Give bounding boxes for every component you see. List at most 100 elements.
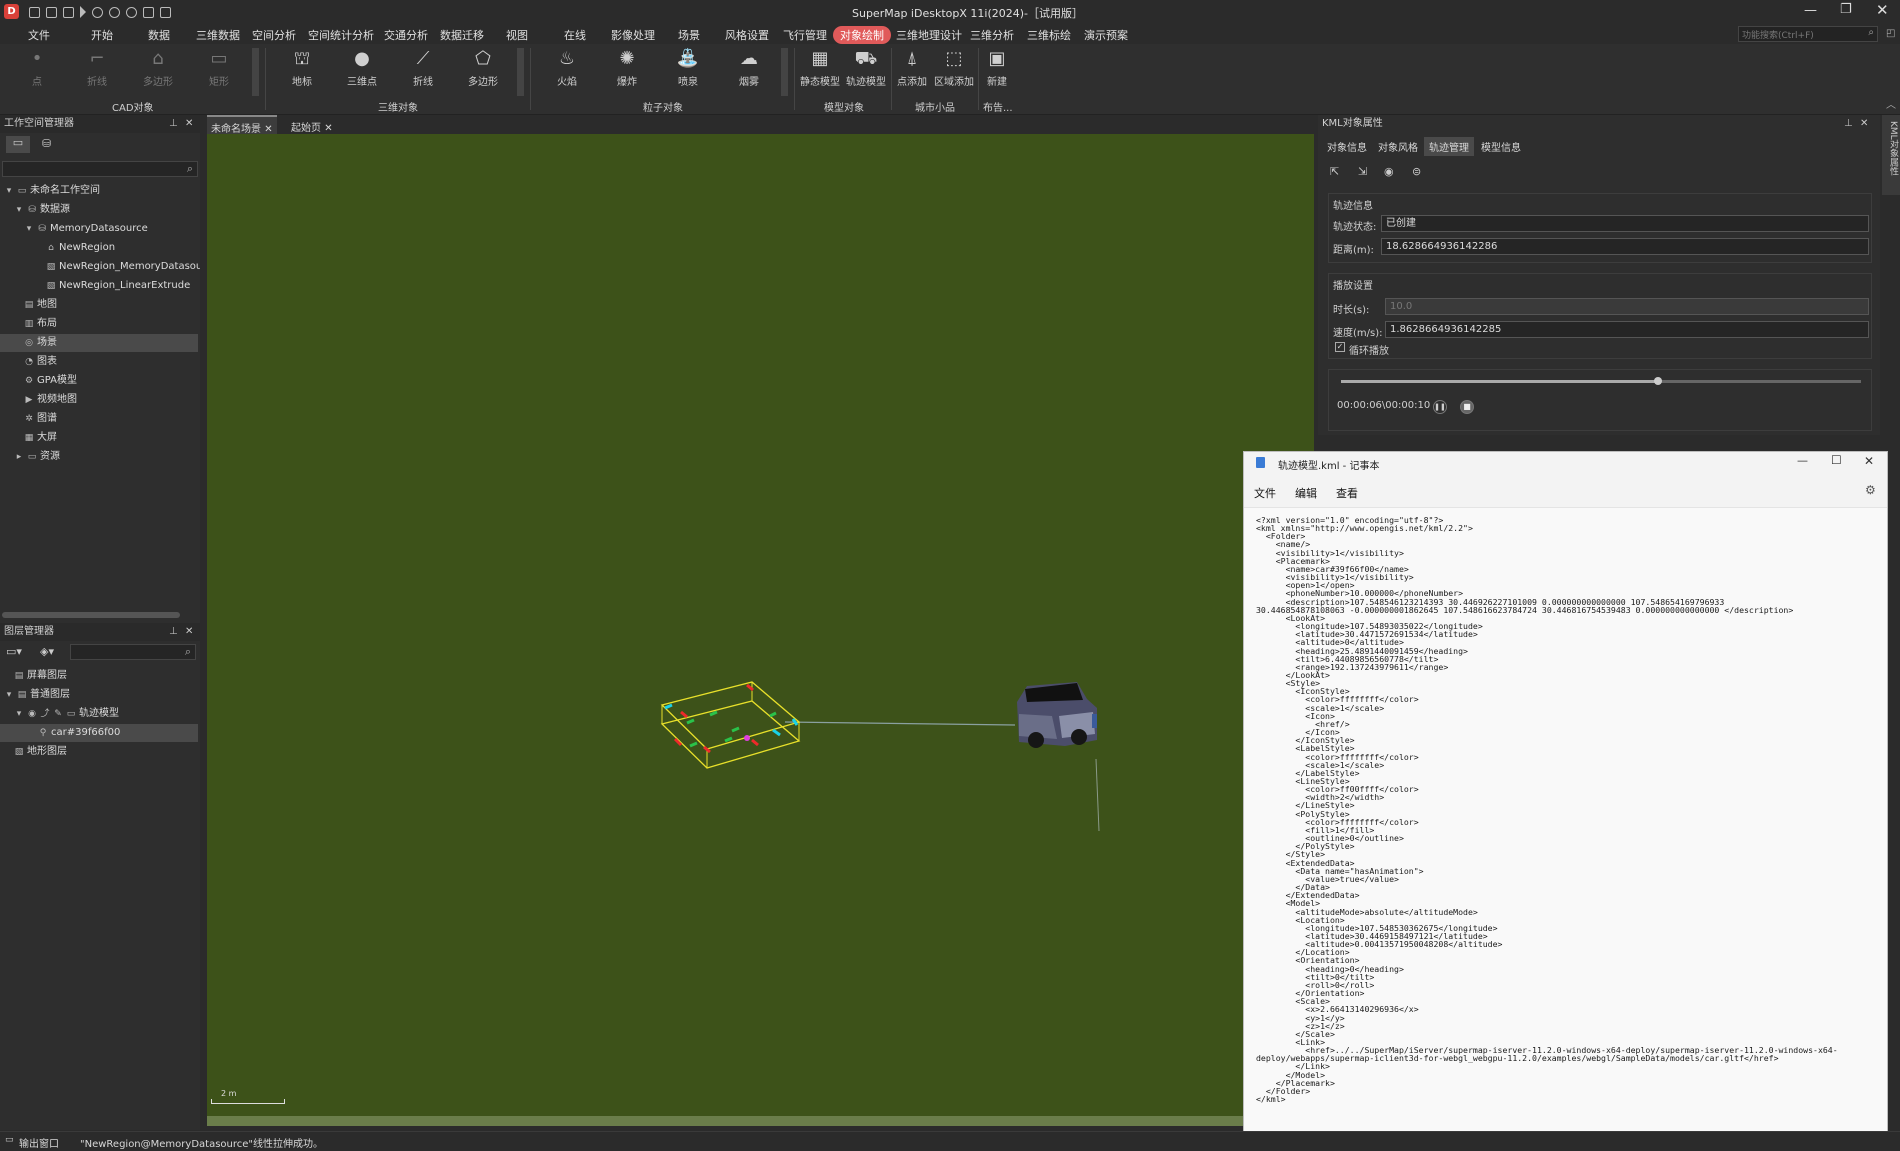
layer-track-model[interactable]: ▾ ◉ ⤴ ✎ ▭ 轨迹模型 [14,705,119,723]
tree-item-newregion[interactable]: ⌂ NewRegion [46,239,115,257]
expand-icon[interactable]: ▾ [24,220,34,238]
kml-side-tab[interactable]: KML对象属性 [1882,115,1900,195]
menu-start[interactable]: 开始 [91,27,113,43]
menu-3d-plotting[interactable]: 三维标绘 [1027,27,1071,43]
workspace-search-input[interactable]: ⌕ [2,161,198,177]
loop-checkbox[interactable]: ✓ [1335,342,1345,352]
cad-polyline-button[interactable]: ⌐ 折线 [74,44,120,88]
zoom-out-icon[interactable] [126,7,137,18]
static-model-button[interactable]: ▦ 静态模型 [797,44,843,88]
smoke-button[interactable]: ☁ 烟雾 [726,44,772,88]
layer-style-icon[interactable]: ◈▾ [40,645,54,658]
tree-item-scenes[interactable]: ◎ 场景 [0,334,198,352]
3d-polyline-button[interactable]: ⟋ 折线 [400,44,446,88]
menu-file[interactable]: 文件 [28,27,50,43]
expand-icon[interactable]: ▾ [4,182,14,200]
layer-search-input[interactable]: ⌕ [70,644,196,660]
tree-item-big-screen[interactable]: ▦ 大屏 [24,429,57,447]
tab-start-page[interactable]: 起始页 ✕ [287,115,337,134]
3d-polygon-button[interactable]: ⬠ 多边形 [460,44,506,88]
editable-pencil-icon[interactable]: ✎ [53,705,63,723]
menu-3d-analysis[interactable]: 三维分析 [970,27,1014,43]
ribbon-scroll[interactable] [781,48,788,96]
notepad-text-area[interactable]: <?xml version="1.0" encoding="utf-8"?> <… [1256,516,1881,1103]
visible-eye-icon[interactable]: ◉ [27,705,37,723]
select-add-icon[interactable]: ⇱ [1330,165,1339,178]
menu-traffic-analysis[interactable]: 交通分析 [384,27,428,43]
layer-screen-layer[interactable]: ▤ 屏幕图层 [14,667,67,685]
save-as-icon[interactable] [46,7,57,18]
tree-item-newregion-memory[interactable]: ▧NewRegion_MemoryDatasource [46,258,200,276]
expand-icon[interactable]: ▾ [14,705,24,723]
menu-3d-data[interactable]: 三维数据 [196,27,240,43]
close-button[interactable]: ✕ [1876,1,1889,19]
folder-icon[interactable] [160,7,171,18]
add-layer-icon[interactable]: ▭▾ [6,645,22,658]
save-icon[interactable] [29,7,40,18]
tree-item-graphs[interactable]: ✲ 图谱 [24,410,57,428]
fountain-button[interactable]: ⛲ 喷泉 [665,44,711,88]
tree-item-workspace[interactable]: ▾ ▭ 未命名工作空间 [4,182,100,200]
tree-item-newregion-extrude[interactable]: ▧ NewRegion_LinearExtrude [46,277,191,295]
output-window-tab[interactable]: 输出窗口 [19,1135,59,1150]
point-add-button[interactable]: ⍋ 点添加 [889,44,935,88]
tab-object-info[interactable]: 对象信息 [1327,139,1367,154]
tree-item-maps[interactable]: ▤ 地图 [24,296,57,314]
open-icon[interactable] [63,7,74,18]
selectable-icon[interactable]: ⤴ [40,705,50,723]
select-edit-icon[interactable]: ⇲ [1358,165,1367,178]
workspace-tab-icon[interactable]: ▭ [6,136,30,153]
area-add-button[interactable]: ⬚ 区域添加 [931,44,977,88]
menu-imagery[interactable]: 影像处理 [611,27,655,43]
speed-field[interactable]: 1.8628664936142285 [1385,321,1869,338]
minimize-button[interactable]: — [1797,454,1808,467]
tree-item-charts[interactable]: ◔ 图表 [24,353,57,371]
ribbon-scroll[interactable] [252,48,259,96]
menu-3d-geo-design[interactable]: 三维地理设计 [896,27,962,43]
tree-item-memory-datasource[interactable]: ▾ ⛁ MemoryDatasource [24,220,148,238]
resource-tab-icon[interactable]: ⛁ [42,137,51,150]
workspace-horizontal-scrollbar[interactable] [2,612,180,618]
delete-icon[interactable]: ⊜ [1412,165,1421,178]
menu-online[interactable]: 在线 [564,27,586,43]
maximize-button[interactable]: ☐ [1831,453,1842,467]
tree-item-resources[interactable]: ▸ ▭ 资源 [14,448,60,466]
landmark-button[interactable]: ⛫ 地标 [279,44,325,88]
new-bulletin-button[interactable]: ▣ 新建 [974,44,1020,88]
tree-item-layouts[interactable]: ▥ 布局 [24,315,57,333]
collapse-icon[interactable]: ▸ [14,448,24,466]
full-extent-icon[interactable] [143,7,154,18]
menu-data-migration[interactable]: 数据迁移 [440,27,484,43]
menu-flight[interactable]: 飞行管理 [783,27,827,43]
ribbon-scroll[interactable] [517,48,524,96]
track-model-button[interactable]: ⛟ 轨迹模型 [843,44,889,88]
menu-scene[interactable]: 场景 [678,27,700,43]
layer-car-object[interactable]: ⚲ car#39f66f00 [0,724,198,742]
expand-icon[interactable]: ▾ [14,201,24,219]
ribbon-collapse-icon[interactable]: ︿ [1886,96,1896,111]
pin-icon[interactable]: ⊥ [169,115,178,133]
menu-spatial-stats[interactable]: 空间统计分析 [308,27,374,43]
function-search-input[interactable]: 功能搜索(Ctrl+F) ⌕ [1738,26,1878,42]
car-model[interactable] [1017,682,1097,748]
gear-icon[interactable]: ⚙ [1865,483,1876,497]
layer-terrain[interactable]: ▧ 地形图层 [14,743,67,761]
notepad-menu-edit[interactable]: 编辑 [1295,485,1317,501]
expand-icon[interactable]: ▾ [4,686,14,704]
close-icon[interactable]: ✕ [324,123,332,134]
help-icon[interactable]: ◰ [1886,28,1895,39]
pan-icon[interactable] [92,7,103,18]
eye-icon[interactable]: ◉ [1384,165,1394,178]
close-icon[interactable]: ✕ [1860,115,1868,133]
close-icon[interactable]: ✕ [185,115,193,133]
tree-item-video-maps[interactable]: ▶ 视频地图 [24,391,77,409]
close-icon[interactable]: ✕ [185,623,193,641]
fire-button[interactable]: ♨ 火焰 [544,44,590,88]
stop-icon[interactable]: ■ [1460,400,1474,414]
menu-style-settings[interactable]: 风格设置 [725,27,769,43]
pin-icon[interactable]: ⊥ [169,623,178,641]
notepad-menu-view[interactable]: 查看 [1336,485,1358,501]
layer-normal-layers[interactable]: ▾ ▤ 普通图层 [4,686,70,704]
menu-presentation[interactable]: 演示预案 [1084,27,1128,43]
3d-point-button[interactable]: ● 三维点 [339,44,385,88]
